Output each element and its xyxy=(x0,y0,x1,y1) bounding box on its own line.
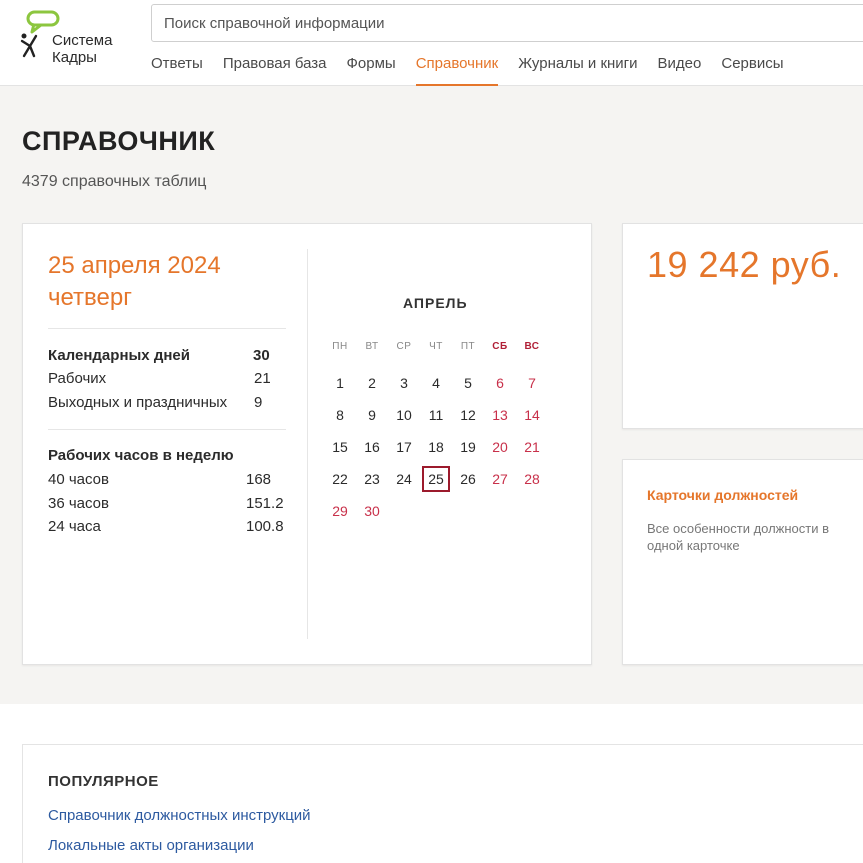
weekday-header: ВТ xyxy=(365,341,379,352)
calendar-day[interactable]: 2 xyxy=(358,370,386,396)
calendar-day[interactable]: 8 xyxy=(326,402,354,428)
current-date: 25 апреля 2024 четверг xyxy=(48,252,221,311)
calendar-day[interactable]: 30 xyxy=(358,498,386,524)
nav-video[interactable]: Видео xyxy=(658,52,702,86)
calendar-day[interactable]: 28 xyxy=(518,466,546,492)
vertical-divider xyxy=(307,249,308,639)
job-cards-card[interactable]: Карточки должностей Все особенности долж… xyxy=(622,459,863,665)
calendar-day[interactable]: 19 xyxy=(454,434,482,460)
stat-hours-36: 36 часов 151.2 xyxy=(48,495,284,512)
hours-title: Рабочих часов в неделю xyxy=(48,447,234,464)
calendar-day[interactable]: 1 xyxy=(326,370,354,396)
weekday-header: ПН xyxy=(332,341,348,352)
popular-title: ПОПУЛЯРНОЕ xyxy=(48,773,159,790)
search-input[interactable] xyxy=(151,4,863,42)
header: Система Кадры Ответы Правовая база Формы… xyxy=(0,0,863,86)
calendar-day[interactable]: 14 xyxy=(518,402,546,428)
logo[interactable]: Система Кадры xyxy=(20,10,135,70)
popular-card: ПОПУЛЯРНОЕ Справочник должностных инстру… xyxy=(22,744,863,863)
calendar-day[interactable]: 18 xyxy=(422,434,450,460)
stat-hours-40: 40 часов 168 xyxy=(48,471,272,488)
calendar-month: АПРЕЛЬ xyxy=(403,295,468,311)
calendar-day[interactable]: 6 xyxy=(486,370,514,396)
nav-forms[interactable]: Формы xyxy=(347,52,396,86)
calendar-day[interactable]: 13 xyxy=(486,402,514,428)
divider xyxy=(48,429,286,430)
calendar-day[interactable]: 5 xyxy=(454,370,482,396)
job-cards-description: Все особенности должности в одной карточ… xyxy=(647,521,830,553)
calendar-day-today[interactable]: 25 xyxy=(422,466,450,492)
popular-link[interactable]: Локальные акты организации xyxy=(48,837,254,854)
person-figure-icon xyxy=(20,33,38,58)
price-card[interactable]: 19 242 руб. xyxy=(622,223,863,429)
calendar-day[interactable]: 10 xyxy=(390,402,418,428)
calendar-day[interactable]: 26 xyxy=(454,466,482,492)
calendar-day[interactable]: 29 xyxy=(326,498,354,524)
calendar-day[interactable]: 9 xyxy=(358,402,386,428)
calendar-day[interactable]: 15 xyxy=(326,434,354,460)
speech-bubble-icon xyxy=(26,10,60,34)
weekday-header: ВС xyxy=(524,341,540,352)
nav-legal-base[interactable]: Правовая база xyxy=(223,52,327,86)
calendar-day[interactable]: 7 xyxy=(518,370,546,396)
popular-link[interactable]: Справочник должностных инструкций xyxy=(48,807,311,824)
main-nav: Ответы Правовая база Формы Справочник Жу… xyxy=(151,52,804,86)
nav-answers[interactable]: Ответы xyxy=(151,52,203,86)
stat-working-days: Рабочих 21 xyxy=(48,370,271,387)
calendar-day[interactable]: 12 xyxy=(454,402,482,428)
calendar-card: 25 апреля 2024 четверг Календарных дней … xyxy=(22,223,592,665)
price-value: 19 242 руб. xyxy=(647,244,842,285)
nav-reference[interactable]: Справочник xyxy=(415,52,499,86)
weekday-header: СБ xyxy=(492,341,508,352)
weekday-header: СР xyxy=(396,341,412,352)
page-title: СПРАВОЧНИК xyxy=(22,126,216,156)
calendar-day[interactable]: 4 xyxy=(422,370,450,396)
nav-services[interactable]: Сервисы xyxy=(721,52,783,86)
calendar-day[interactable]: 3 xyxy=(390,370,418,396)
weekday-header: ЧТ xyxy=(429,341,443,352)
calendar-day[interactable]: 24 xyxy=(390,466,418,492)
brand-name: Система Кадры xyxy=(52,32,113,66)
stat-calendar-days: Календарных дней 30 xyxy=(48,347,270,364)
page-subtitle: 4379 справочных таблиц xyxy=(22,173,207,190)
stat-holidays: Выходных и праздничных 9 xyxy=(48,394,263,411)
calendar-day[interactable]: 27 xyxy=(486,466,514,492)
divider xyxy=(48,328,286,329)
calendar-day[interactable]: 23 xyxy=(358,466,386,492)
calendar-day[interactable]: 20 xyxy=(486,434,514,460)
nav-journals-books[interactable]: Журналы и книги xyxy=(518,52,637,86)
weekday-header: ПТ xyxy=(460,341,476,352)
calendar-day[interactable]: 16 xyxy=(358,434,386,460)
calendar-day[interactable]: 17 xyxy=(390,434,418,460)
calendar-day[interactable]: 22 xyxy=(326,466,354,492)
calendar-day[interactable]: 11 xyxy=(422,402,450,428)
stat-hours-24: 24 часа 100.8 xyxy=(48,518,284,535)
calendar-day[interactable]: 21 xyxy=(518,434,546,460)
job-cards-title[interactable]: Карточки должностей xyxy=(647,487,798,503)
